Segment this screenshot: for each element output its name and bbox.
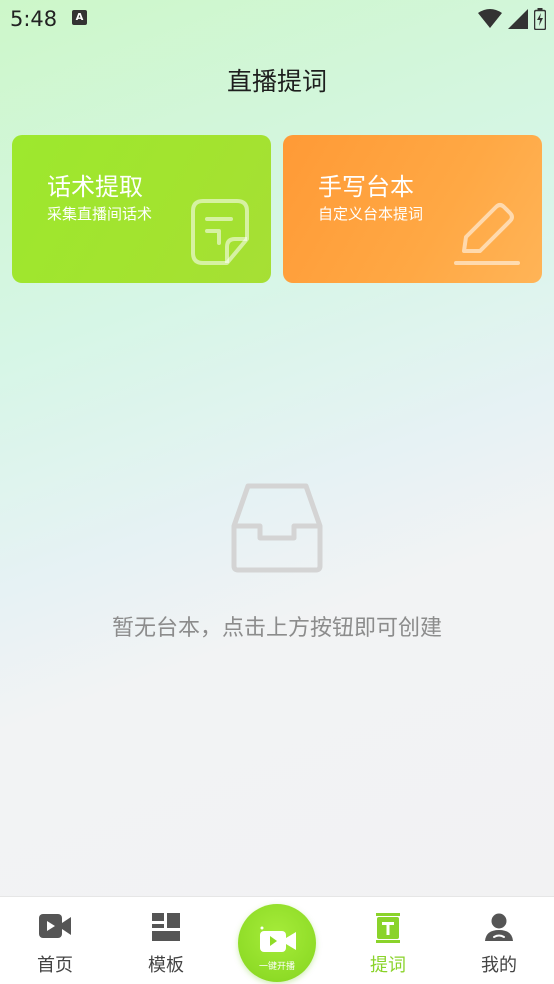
tab-teleprompter[interactable]: 提词 — [333, 897, 443, 984]
empty-state-message: 暂无台本，点击上方按钮即可创建 — [111, 616, 442, 641]
live-camera-icon — [260, 926, 296, 952]
tab-home[interactable]: 首页 — [0, 897, 110, 984]
tab-me[interactable]: 我的 — [444, 897, 554, 984]
inbox-tray-icon — [231, 483, 323, 573]
battery-icon — [534, 8, 546, 30]
tab-templates[interactable]: 模板 — [111, 897, 221, 984]
tab-label: 模板 — [148, 955, 184, 976]
tab-label: 提词 — [370, 955, 406, 976]
video-camera-icon — [39, 914, 71, 938]
template-grid-icon — [152, 913, 180, 941]
status-bar: 5:48 A — [0, 0, 554, 38]
user-icon — [485, 913, 513, 941]
handwrite-script-card[interactable]: 手写台本 自定义台本提词 — [283, 135, 542, 283]
pencil-icon — [454, 203, 520, 265]
page-title: 直播提词 — [226, 67, 327, 96]
status-icons — [478, 8, 546, 30]
tab-label: 我的 — [481, 955, 517, 976]
status-time: 5:48 — [10, 7, 58, 31]
card-subtitle: 采集直播间话术 — [47, 205, 153, 223]
card-title: 话术提取 — [47, 173, 143, 201]
script-extract-card[interactable]: 话术提取 采集直播间话术 — [12, 135, 271, 283]
wifi-icon — [478, 9, 502, 28]
signal-icon — [508, 9, 528, 29]
notification-badge: A — [72, 10, 87, 25]
one-click-live-button[interactable]: 一键开播 — [238, 904, 316, 982]
live-button-label: 一键开播 — [258, 962, 295, 972]
tab-label: 首页 — [37, 955, 73, 976]
card-title: 手写台本 — [318, 173, 414, 201]
card-subtitle: 自定义台本提词 — [318, 205, 424, 223]
sticky-note-icon — [191, 199, 249, 265]
teleprompter-icon — [376, 913, 400, 943]
